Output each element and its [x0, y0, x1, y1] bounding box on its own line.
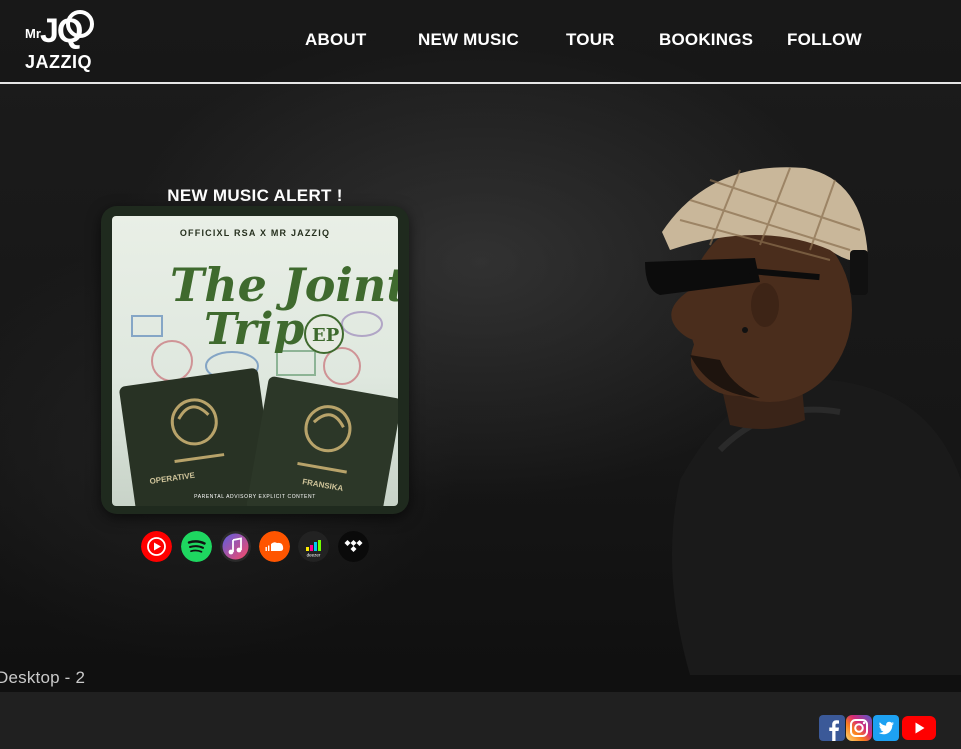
deezer-icon[interactable]: deezer	[298, 531, 329, 562]
facebook-icon[interactable]	[819, 715, 845, 741]
album-cover-card[interactable]: The Joint Trip EP OPERATIVE FRANSIKA OFF…	[101, 206, 409, 514]
apple-music-icon[interactable]	[220, 531, 251, 562]
youtube-icon[interactable]	[902, 715, 936, 741]
svg-text:deezer: deezer	[307, 553, 321, 558]
youtube-music-icon[interactable]	[141, 531, 172, 562]
instagram-icon[interactable]	[846, 715, 872, 741]
svg-text:Trip: Trip	[204, 304, 304, 355]
new-music-heading: NEW MUSIC ALERT !	[167, 186, 343, 205]
nav-item-follow[interactable]: FOLLOW	[787, 30, 862, 50]
soundcloud-icon[interactable]	[259, 531, 290, 562]
nav-item-bookings[interactable]: BOOKINGS	[659, 30, 753, 50]
twitter-icon[interactable]	[873, 715, 899, 741]
frame-label: Desktop - 2	[0, 668, 86, 687]
brand-logo[interactable]: Mr JQ JAZZIQ	[24, 6, 106, 72]
parental-advisory-label: PARENTAL ADVISORY EXPLICIT CONTENT	[194, 494, 316, 500]
svg-text:EP: EP	[312, 325, 340, 346]
spotify-icon[interactable]	[181, 531, 212, 562]
artist-photo	[600, 150, 961, 675]
top-navigation-bar: Mr JQ JAZZIQ ABOUT NEW MUSIC TOUR BOOKIN…	[0, 0, 961, 84]
svg-text:JAZZIQ: JAZZIQ	[25, 52, 92, 72]
nav-item-new-music[interactable]: NEW MUSIC	[418, 30, 519, 50]
svg-text:Mr: Mr	[25, 26, 41, 41]
svg-text:JQ: JQ	[40, 12, 83, 50]
nav-item-about[interactable]: ABOUT	[305, 30, 366, 50]
album-credits: OFFICIXL RSA X MR JAZZIQ	[179, 228, 331, 238]
album-cover-art: The Joint Trip EP OPERATIVE FRANSIKA OFF…	[112, 216, 398, 506]
footer	[0, 692, 961, 749]
nav-item-tour[interactable]: TOUR	[566, 30, 615, 50]
tidal-icon[interactable]	[338, 531, 369, 562]
